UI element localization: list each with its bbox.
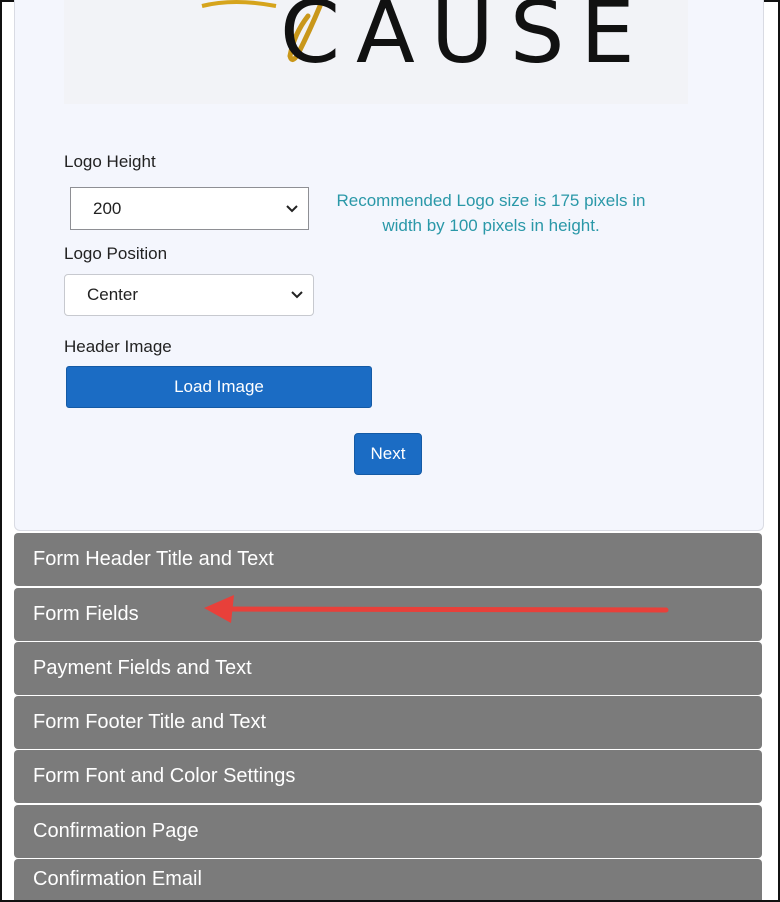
section-payment-fields[interactable]: Payment Fields and Text <box>14 642 762 695</box>
section-form-fields[interactable]: Form Fields <box>14 588 762 641</box>
chevron-down-icon <box>291 291 303 299</box>
logo-size-recommendation: Recommended Logo size is 175 pixels in w… <box>336 191 646 235</box>
section-confirmation-email[interactable]: Confirmation Email <box>14 859 762 900</box>
next-button[interactable]: Next <box>354 433 422 475</box>
section-form-font-color[interactable]: Form Font and Color Settings <box>14 750 762 803</box>
logo-preview: CAUSE <box>64 0 688 104</box>
load-image-button[interactable]: Load Image <box>66 366 372 408</box>
logo-position-select[interactable]: Center <box>64 274 314 316</box>
header-image-label: Header Image <box>64 337 172 356</box>
logo-position-label: Logo Position <box>64 244 168 263</box>
section-confirmation-page[interactable]: Confirmation Page <box>14 805 762 858</box>
logo-height-select[interactable]: 200 <box>70 187 309 230</box>
logo-position-value: Center <box>87 285 139 304</box>
section-form-header-title[interactable]: Form Header Title and Text <box>14 533 762 586</box>
logo-height-value: 200 <box>93 198 122 218</box>
chevron-down-icon <box>286 204 298 212</box>
section-form-footer-title[interactable]: Form Footer Title and Text <box>14 696 762 749</box>
logo-text: CAUSE <box>280 0 651 83</box>
logo-height-label: Logo Height <box>64 152 156 171</box>
